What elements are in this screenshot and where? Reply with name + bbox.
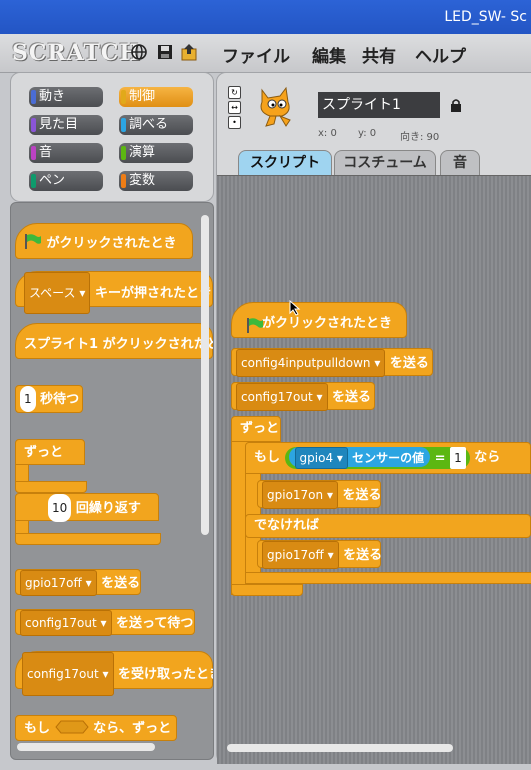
category-looks[interactable]: 見た目	[29, 115, 103, 135]
broadcast-dropdown[interactable]: gpio17off ▾	[20, 570, 97, 596]
sprite-y: y: 0	[358, 128, 377, 139]
green-flag-icon	[247, 318, 263, 333]
broadcast-dropdown-1[interactable]: config4inputpulldown ▾	[236, 349, 386, 377]
script-if-else-block[interactable]: もし gpio4 ▾ センサーの値 = 1 なら	[245, 442, 531, 474]
category-variables[interactable]: 変数	[119, 171, 193, 191]
palette-if-forever-block[interactable]: もし なら、ずっと	[15, 715, 177, 741]
script-else-label: でなければ	[245, 514, 531, 538]
mouse-cursor-icon	[289, 300, 301, 316]
green-flag-icon	[25, 234, 41, 249]
palette-broadcast-wait-block[interactable]: config17out ▾ を送って待つ	[15, 609, 195, 636]
script-broadcast-2[interactable]: config17out ▾ を送る	[231, 382, 375, 411]
menu-share[interactable]: 共有	[362, 42, 396, 67]
category-motion[interactable]: 動き	[29, 87, 103, 107]
script-broadcast-off[interactable]: gpio17off ▾ を送る	[257, 540, 382, 569]
tab-costumes[interactable]: コスチューム	[334, 150, 436, 175]
save-icon[interactable]	[156, 43, 174, 61]
globe-icon[interactable]	[130, 43, 148, 61]
receive-dropdown[interactable]: config17out ▾	[22, 652, 114, 696]
equals-operator[interactable]: gpio4 ▾ センサーの値 = 1	[284, 446, 470, 469]
rotate-icon[interactable]: ↻	[228, 86, 241, 99]
palette-sprite-hat-block[interactable]: スプライト1 がクリックされたとき	[15, 323, 213, 359]
script-scrollbar-horizontal[interactable]	[227, 744, 453, 752]
palette-forever-block[interactable]: ずっと	[15, 439, 85, 465]
flip-icon[interactable]: ↔	[228, 101, 241, 114]
script-broadcast-on[interactable]: gpio17on ▾ を送る	[257, 480, 382, 509]
sprite-name-field[interactable]: スプライト1	[318, 92, 440, 118]
script-area[interactable]: がクリックされたとき config4inputpulldown ▾ を送る co…	[217, 175, 531, 764]
lock-icon[interactable]	[450, 98, 462, 112]
broadcast-dropdown-2[interactable]: config17out ▾	[236, 383, 328, 411]
tab-scripts[interactable]: スクリプト	[238, 150, 332, 175]
block-palette: がクリックされたとき スペース ▾ キーが押されたとき スプライト1 がクリック…	[10, 202, 214, 760]
category-operators[interactable]: 演算	[119, 143, 193, 163]
category-control[interactable]: 制御	[119, 87, 193, 107]
sprite-x: x: 0	[318, 128, 337, 139]
wait-seconds-input[interactable]: 1	[20, 386, 36, 412]
broadcast-dropdown-off[interactable]: gpio17off ▾	[262, 541, 339, 569]
title-bar: LED_SW- Sc	[0, 0, 531, 34]
sprite-direction: 向き: 90	[400, 132, 440, 143]
tab-sounds[interactable]: 音	[440, 150, 480, 175]
palette-broadcast-block[interactable]: gpio17off ▾ を送る	[15, 569, 141, 596]
menu-help[interactable]: ヘルプ	[415, 42, 466, 67]
script-flag-hat-block[interactable]: がクリックされたとき	[231, 302, 407, 338]
rotation-style-buttons: ↻ ↔ •	[228, 86, 241, 129]
palette-receive-hat-block[interactable]: config17out ▾ を受け取ったとき	[15, 651, 213, 696]
category-sensing[interactable]: 調べる	[119, 115, 193, 135]
sprite-cat-icon	[260, 86, 291, 127]
menu-bar: SCRATCH ファイル 編集 共有 ヘルプ	[0, 34, 531, 73]
category-sound[interactable]: 音	[29, 143, 103, 163]
boolean-slot-icon	[54, 720, 89, 734]
palette-scrollbar-horizontal[interactable]	[17, 743, 155, 751]
no-rotate-icon[interactable]: •	[228, 116, 241, 129]
palette-repeat-block[interactable]: 10 回繰り返す	[15, 493, 159, 522]
window-title: LED_SW- Sc	[444, 9, 527, 25]
menu-file[interactable]: ファイル	[222, 42, 290, 67]
broadcast-dropdown-on[interactable]: gpio17on ▾	[262, 481, 338, 509]
broadcast-wait-dropdown[interactable]: config17out ▾	[20, 610, 112, 636]
script-broadcast-1[interactable]: config4inputpulldown ▾ を送る	[231, 348, 433, 377]
palette-wait-block[interactable]: 1 秒待つ	[15, 385, 83, 413]
category-panel: 動き 制御 見た目 調べる 音 演算 ペン 変数	[10, 72, 214, 202]
category-pen[interactable]: ペン	[29, 171, 103, 191]
scratch-logo: SCRATCH	[12, 40, 142, 66]
share-icon[interactable]	[180, 43, 198, 61]
palette-scrollbar-vertical[interactable]	[201, 215, 209, 535]
repeat-count-input[interactable]: 10	[48, 494, 72, 522]
key-dropdown[interactable]: スペース ▾	[24, 272, 91, 314]
palette-flag-hat-block[interactable]: がクリックされたとき	[15, 223, 193, 259]
palette-key-hat-block[interactable]: スペース ▾ キーが押されたとき	[15, 271, 213, 314]
sensor-dropdown[interactable]: gpio4 ▾	[294, 446, 348, 469]
sensor-value-reporter[interactable]: gpio4 ▾ センサーの値	[288, 446, 431, 469]
script-forever-block[interactable]: ずっと	[231, 416, 281, 442]
equals-value-input[interactable]: 1	[450, 446, 466, 469]
menu-edit[interactable]: 編集	[312, 42, 346, 67]
